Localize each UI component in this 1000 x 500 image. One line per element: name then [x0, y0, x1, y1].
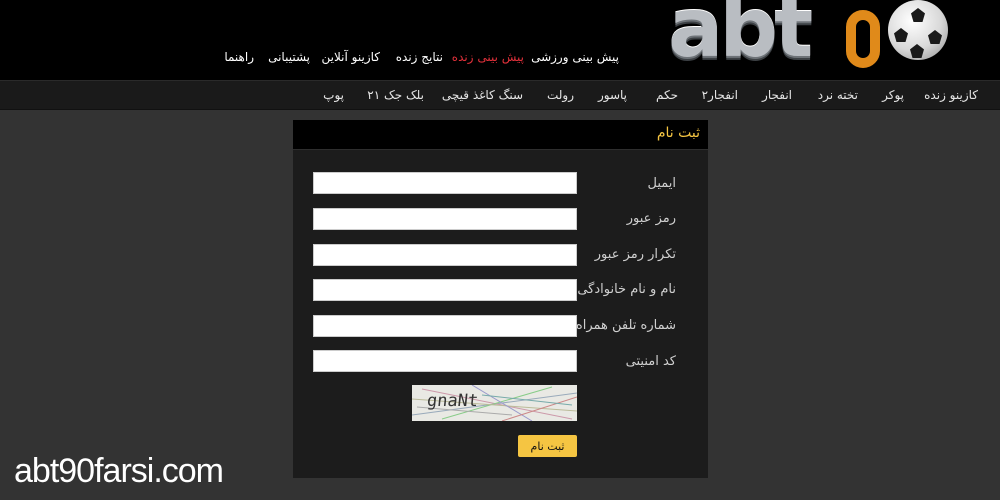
full-name-label: نام و نام خانوادگی — [577, 282, 676, 297]
top-nav: پیش بینی ورزشی پیش بینی زنده نتایج زنده … — [0, 50, 1000, 70]
nav-live-results[interactable]: نتایج زنده — [396, 50, 443, 64]
password-repeat-label: تکرار رمز عبور — [594, 247, 676, 262]
panel-header: ثبت نام — [293, 120, 708, 150]
nav-live-casino[interactable]: کازینو زنده — [924, 88, 978, 102]
nav-blackjack21[interactable]: بلک جک ۲۱ — [367, 88, 424, 102]
nav-rock-paper-scissors[interactable]: سنگ کاغذ قیچی — [442, 88, 523, 102]
phone-label: شماره تلفن همراه — [575, 318, 676, 333]
nav-live-betting[interactable]: پیش بینی زنده — [452, 50, 524, 64]
captcha-code-label: کد امنیتی — [625, 354, 676, 369]
games-nav: کازینو زنده پوکر تخته نرد انفجار انفجار۲… — [0, 80, 1000, 110]
nav-roulette[interactable]: رولت — [547, 88, 574, 102]
site-watermark: abt90farsi.com — [14, 452, 224, 490]
nav-backgammon[interactable]: تخته نرد — [818, 88, 858, 102]
password-label: رمز عبور — [626, 211, 676, 226]
site-header: abt پیش بینی ورزشی پیش بینی زنده نتایج ز… — [0, 0, 1000, 80]
nav-crash2[interactable]: انفجار۲ — [702, 88, 738, 102]
nav-support[interactable]: پشتیبانی — [268, 50, 310, 64]
registration-panel: ثبت نام ایمیل رمز عبور تکرار رمز عبور نا… — [293, 120, 708, 478]
nav-poker[interactable]: پوکر — [882, 88, 904, 102]
nav-hokm[interactable]: حکم — [656, 88, 678, 102]
full-name-field[interactable] — [313, 279, 577, 301]
captcha-text: gnaNt — [425, 391, 480, 411]
captcha-image: gnaNt — [412, 385, 577, 421]
nav-sports-betting[interactable]: پیش بینی ورزشی — [531, 50, 619, 64]
captcha-code-field[interactable] — [313, 350, 577, 372]
panel-title: ثبت نام — [656, 125, 700, 141]
nav-online-casino[interactable]: کازینو آنلاین — [322, 50, 380, 64]
nav-guide[interactable]: راهنما — [224, 50, 254, 64]
register-submit-button[interactable]: ثبت نام — [518, 435, 577, 457]
phone-field[interactable] — [313, 315, 577, 337]
nav-pop[interactable]: پوپ — [323, 88, 344, 102]
nav-crash[interactable]: انفجار — [762, 88, 792, 102]
password-repeat-field[interactable] — [313, 244, 577, 266]
email-label: ایمیل — [647, 176, 676, 191]
nav-pasur[interactable]: پاسور — [598, 88, 627, 102]
password-field[interactable] — [313, 208, 577, 230]
email-field[interactable] — [313, 172, 577, 194]
